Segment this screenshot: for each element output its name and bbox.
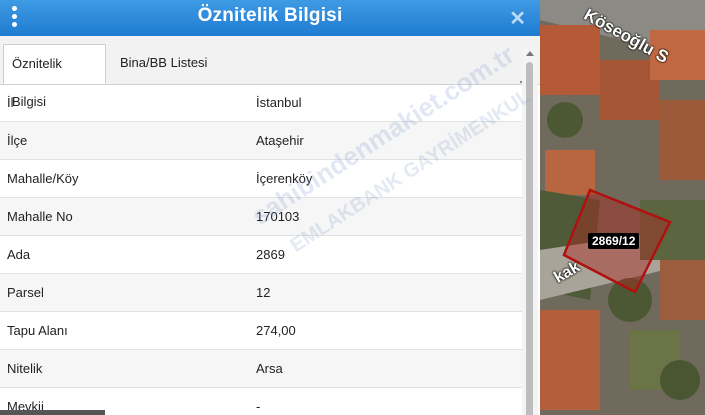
table-row: Tapu Alanı 274,00: [0, 312, 522, 350]
attribute-key: Mahalle/Köy: [7, 171, 79, 186]
tab-attribute-info[interactable]: Öznitelik Bilgisi: [3, 44, 106, 109]
table-row: Parsel 12: [0, 274, 522, 312]
attribute-key: Ada: [7, 247, 31, 262]
attribute-value: -: [256, 399, 261, 414]
attribute-value: Arsa: [256, 361, 283, 376]
satellite-map[interactable]: Köseoğlu S kak 2869/12: [540, 0, 705, 415]
attribute-info-panel: Öznitelik Bilgisi ✕ Öznitelik Bilgisi Bi…: [0, 0, 540, 415]
attribute-value: 274,00: [256, 323, 296, 338]
tab-building-list[interactable]: Bina/BB Listesi: [112, 44, 215, 84]
table-row: Nitelik Arsa: [0, 350, 522, 388]
parcel-label: 2869/12: [588, 233, 640, 249]
panel-header: Öznitelik Bilgisi ✕: [0, 0, 540, 36]
attribute-value: Ataşehir: [256, 133, 304, 148]
attribute-key: İl: [7, 95, 14, 110]
panel-title: Öznitelik Bilgisi: [197, 5, 343, 26]
table-row: Ada 2869: [0, 236, 522, 274]
horizontal-scrollbar[interactable]: [0, 410, 105, 415]
attribute-value: İstanbul: [256, 95, 302, 110]
attribute-table: İl İstanbul İlçe Ataşehir Mahalle/Köy İç…: [0, 84, 522, 415]
attribute-key: Nitelik: [7, 361, 43, 376]
attribute-key: Mahalle No: [7, 209, 73, 224]
attribute-value: 12: [256, 285, 271, 300]
attribute-key: İlçe: [7, 133, 28, 148]
scroll-up-arrow-icon[interactable]: [526, 51, 534, 56]
scrollbar-thumb[interactable]: [526, 62, 533, 415]
map-imagery: [540, 0, 705, 415]
attribute-key: Parsel: [7, 285, 44, 300]
attribute-key: Tapu Alanı: [7, 323, 68, 338]
attribute-value: 2869: [256, 247, 285, 262]
table-row: Mahalle/Köy İçerenköy: [0, 160, 522, 198]
close-icon[interactable]: ✕: [509, 6, 526, 31]
